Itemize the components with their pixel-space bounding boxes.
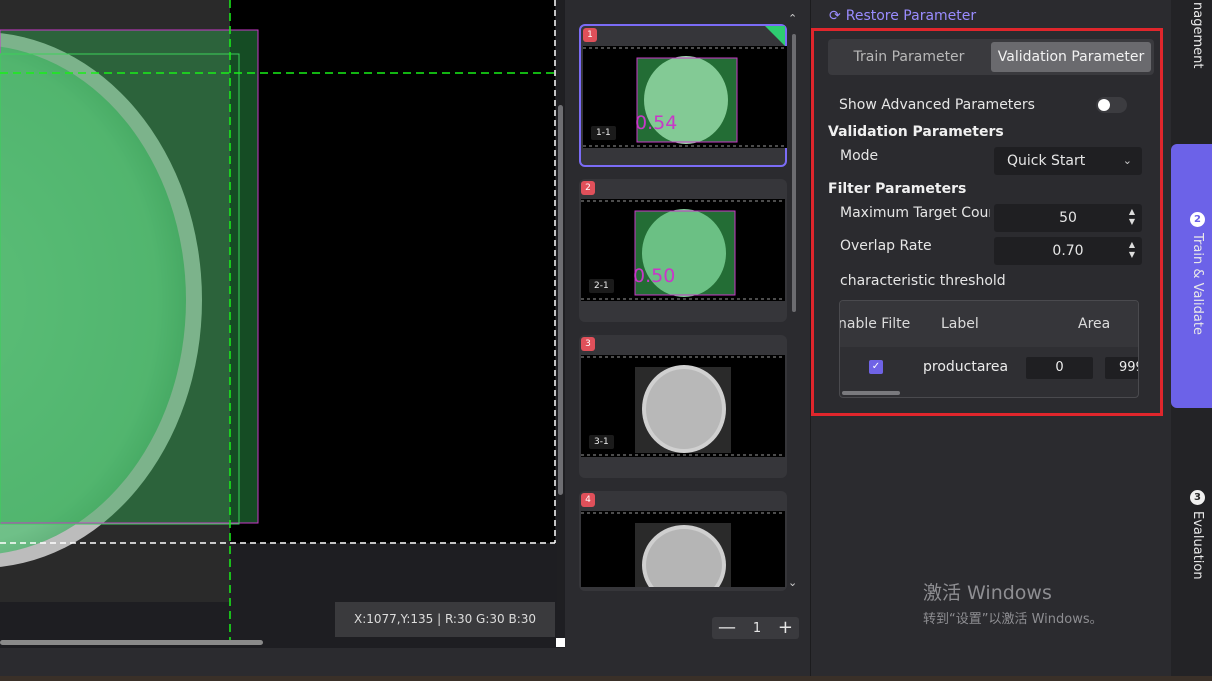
header-area: Area (1078, 316, 1111, 332)
watermark-title: 激活 Windows (923, 582, 1052, 604)
thumbnail-image (581, 511, 785, 587)
mode-value: Quick Start (1007, 153, 1086, 169)
restore-parameter-label: Restore Parameter (845, 8, 977, 24)
max-target-spinbox[interactable]: 50 ▲ ▼ (994, 204, 1142, 232)
canvas-horizontal-scrollbar[interactable] (0, 640, 263, 645)
spin-arrows-icon[interactable]: ▲ ▼ (1129, 207, 1135, 227)
scroll-bottom-icon[interactable]: ⌄ (788, 576, 797, 589)
mode-select[interactable]: Quick Start ⌄ (994, 147, 1142, 175)
thumbnail-item[interactable]: 4 (579, 491, 787, 591)
overlap-rate-spinbox[interactable]: 0.70 ▲ ▼ (994, 237, 1142, 265)
restore-parameter-button[interactable]: ⟳ Restore Parameter (829, 8, 976, 24)
chevron-down-icon: ⌄ (1122, 154, 1132, 167)
thumbnail-tag: 1-1 (591, 126, 616, 140)
overlap-rate-label: Overlap Rate (840, 238, 932, 254)
tab-train-parameter[interactable]: Train Parameter (831, 42, 987, 72)
canvas-image (0, 0, 556, 640)
thumbnail-image: 3-1 (581, 355, 785, 457)
page-control: — 1 + (712, 617, 799, 639)
page-minus-button[interactable]: — (718, 619, 736, 637)
windows-activation-watermark: 激活 Windows 转到“设置”以激活 Windows。 (923, 578, 1103, 627)
image-canvas[interactable]: X:1077,Y:135 | R:30 G:30 B:30 (0, 0, 565, 648)
taskbar-edge (0, 676, 1212, 681)
vertical-nav: nagement 2 Train & Validate 3 Evaluation (1171, 0, 1212, 681)
parameter-tabs: Train Parameter Validation Parameter (828, 39, 1154, 75)
header-enable-filter: nable Filte (839, 316, 911, 332)
filter-table: nable Filte Label Area ✓ productarea 0 9… (839, 300, 1139, 398)
scroll-top-icon[interactable]: ⌃ (788, 12, 797, 25)
area-max-input[interactable]: 999 (1105, 357, 1138, 379)
table-horizontal-scrollbar[interactable] (842, 391, 900, 395)
thumbnail-item[interactable]: 1 0.54 1-1 (579, 24, 787, 167)
enable-filter-checkbox[interactable]: ✓ (869, 360, 883, 374)
parameter-panel: ⟳ Restore Parameter Train Parameter Vali… (810, 0, 1170, 681)
thumbnail-index-badge: 2 (581, 181, 595, 195)
thumbnail-tag: 2-1 (589, 279, 614, 293)
filter-section-title: Filter Parameters (828, 181, 967, 197)
thumbnail-list: ⌃ 1 0.54 1-1 2 0.50 2-1 3 3-1 4 ⌄ — 1 + (566, 0, 810, 648)
watermark-subtitle: 转到“设置”以激活 Windows。 (923, 612, 1103, 627)
nav-tab-management[interactable]: nagement (1171, 0, 1212, 68)
thumbnail-score: 0.54 (635, 112, 678, 134)
thumbnail-index-badge: 3 (581, 337, 595, 351)
thumbnail-item[interactable]: 2 0.50 2-1 (579, 179, 787, 322)
row-label: productarea (923, 359, 1009, 375)
area-min-input[interactable]: 0 (1026, 357, 1093, 379)
coordinate-readout: X:1077,Y:135 | R:30 G:30 B:30 (335, 602, 555, 637)
selected-corner-icon (765, 26, 785, 46)
header-label: Label (941, 316, 979, 332)
thumbnail-image: 0.54 1-1 (583, 46, 787, 148)
nav-tab-train-validate[interactable]: 2 Train & Validate (1171, 144, 1212, 408)
step-2-icon: 2 (1190, 212, 1205, 227)
max-target-value: 50 (1059, 210, 1077, 226)
tab-validation-parameter[interactable]: Validation Parameter (991, 42, 1151, 72)
overlap-rate-value: 0.70 (1052, 243, 1084, 259)
nav-tab-management-label: nagement (1190, 1, 1205, 68)
nav-tab-train-validate-label: Train & Validate (1190, 233, 1205, 335)
mode-label: Mode (840, 148, 879, 164)
characteristic-threshold-label: characteristic threshold (840, 273, 1006, 289)
step-3-icon: 3 (1190, 490, 1205, 505)
thumbnail-scrollbar[interactable] (792, 34, 796, 312)
page-number: 1 (752, 620, 762, 636)
canvas-vertical-scrollbar[interactable] (558, 105, 563, 495)
refresh-icon: ⟳ (829, 8, 841, 24)
canvas-corner (556, 638, 565, 647)
page-plus-button[interactable]: + (778, 619, 793, 637)
thumbnail-index-badge: 4 (581, 493, 595, 507)
show-advanced-label: Show Advanced Parameters (839, 97, 1035, 113)
thumbnail-item[interactable]: 3 3-1 (579, 335, 787, 478)
spin-arrows-icon[interactable]: ▲ ▼ (1129, 240, 1135, 260)
validation-section-title: Validation Parameters (828, 124, 1004, 140)
nav-tab-evaluation-label: Evaluation (1190, 511, 1205, 580)
nav-tab-evaluation[interactable]: 3 Evaluation (1171, 490, 1212, 600)
thumbnail-tag: 3-1 (589, 435, 614, 449)
thumbnail-score: 0.50 (633, 265, 676, 287)
table-header: nable Filte Label Area (839, 301, 1138, 347)
max-target-label: Maximum Target Cour (840, 205, 990, 221)
thumbnail-image: 0.50 2-1 (581, 199, 785, 301)
thumbnail-index-badge: 1 (583, 28, 597, 42)
show-advanced-toggle[interactable] (1096, 97, 1127, 113)
